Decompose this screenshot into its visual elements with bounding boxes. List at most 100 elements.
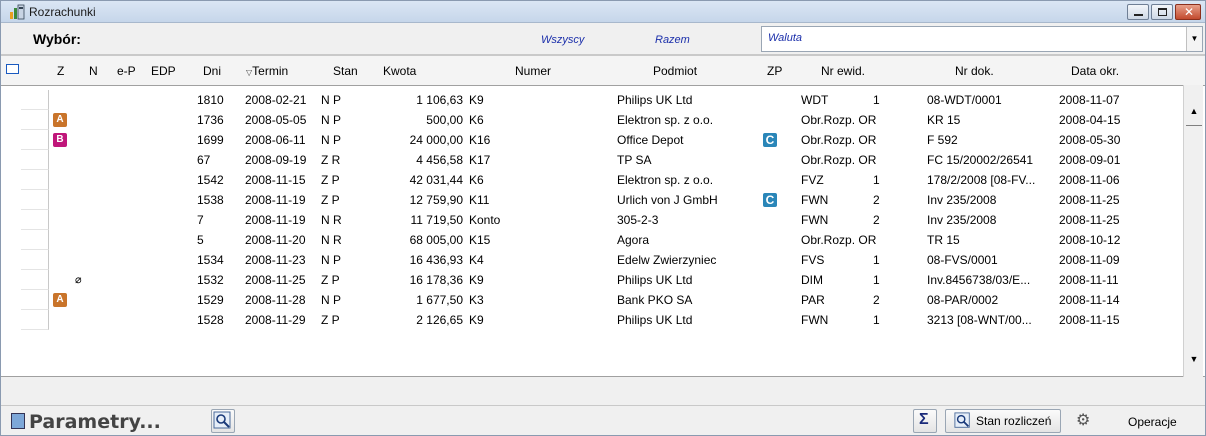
cell-podmiot: Bank PKO SA xyxy=(617,293,693,307)
col-stan[interactable]: Stan xyxy=(333,64,358,78)
table-row[interactable]: A 1529 2008-11-28 N P1 677,50 K3 Bank PKO SA P… xyxy=(1,290,1183,310)
cell-kwota: 12 759,90 xyxy=(409,193,463,207)
cell-numer: K9 xyxy=(469,93,484,107)
maximize-button[interactable] xyxy=(1151,4,1173,20)
cell-kwota: 16 178,36 xyxy=(409,273,463,287)
sum-button[interactable]: Σ xyxy=(913,409,937,433)
col-kwota[interactable]: Kwota xyxy=(383,64,416,78)
stan-rozliczen-button[interactable]: Stan rozliczeń xyxy=(945,409,1061,433)
zp-badge: C xyxy=(763,133,777,147)
cell-kwota: 500,00 xyxy=(426,113,463,127)
magnifier-icon xyxy=(213,411,231,429)
row-selector[interactable] xyxy=(21,170,49,190)
chevron-down-icon[interactable]: ▼ xyxy=(1186,27,1202,51)
select-all-checkbox[interactable] xyxy=(6,64,19,74)
grid-header: Z N e-P EDP Dni ▽Termin Stan Kwota Numer… xyxy=(1,55,1205,85)
close-button[interactable]: ✕ xyxy=(1175,4,1201,20)
row-selector[interactable] xyxy=(21,250,49,270)
row-selector[interactable] xyxy=(21,110,49,130)
col-numer[interactable]: Numer xyxy=(515,64,551,78)
paperclip-icon: ⌀ xyxy=(75,274,82,286)
row-selector[interactable] xyxy=(21,290,49,310)
operacje-button[interactable]: ⚙ Operacje xyxy=(1069,409,1199,433)
row-selector[interactable] xyxy=(21,150,49,170)
cell-data-okr: 2008-11-15 xyxy=(1059,313,1120,327)
row-selector[interactable] xyxy=(21,130,49,150)
table-row[interactable]: 1534 2008-11-23 N P 16 436,93 K4 Edelw Zwierz… xyxy=(1,250,1183,270)
row-selector[interactable] xyxy=(21,230,49,250)
find-button[interactable] xyxy=(211,409,235,433)
cell-podmiot: Elektron sp. z o.o. xyxy=(617,173,714,187)
selection-bar: Wybór: Wszyscy Razem Waluta ▼ xyxy=(1,23,1205,55)
cell-podmiot: Office Depot xyxy=(617,133,684,147)
row-selector[interactable] xyxy=(21,210,49,230)
col-data-okr[interactable]: Data okr. xyxy=(1071,64,1119,78)
cell-stan: N P xyxy=(321,93,342,107)
col-dni[interactable]: Dni xyxy=(203,64,221,78)
razem-link[interactable]: Razem xyxy=(655,34,690,46)
parametry-button[interactable]: Parametry... xyxy=(11,408,201,434)
cell-dni: 1532 xyxy=(197,273,224,287)
cell-dni: 7 xyxy=(197,213,204,227)
table-row[interactable]: A 1736 2008-05-05 N P 500,00 K6 Elektron sp. z… xyxy=(1,110,1183,130)
cell-termin: 2008-11-19 xyxy=(245,193,306,207)
cell-kwota: 42 031,44 xyxy=(409,173,463,187)
cell-kwota: 4 456,58 xyxy=(416,153,463,167)
stan-rozliczen-label: Stan rozliczeń xyxy=(976,414,1052,428)
table-row[interactable]: ⌀ 1532 2008-11-25 Z P 16 178,36 K9 Philips UK … xyxy=(1,270,1183,290)
table-row[interactable]: B 1699 2008-06-11 N P 24 000,00 K16 Office Dep… xyxy=(1,130,1183,150)
col-edp[interactable]: EDP xyxy=(151,64,176,78)
row-selector[interactable] xyxy=(21,310,49,330)
vertical-scrollbar[interactable]: ▲ ▼ xyxy=(1183,85,1203,377)
rozrachunki-window: Rozrachunki ✕ Wybór: Wszyscy Razem Walut… xyxy=(0,0,1206,436)
table-row[interactable]: 1528 2008-11-29 Z P 2 126,65 K9 Philips UK Lt… xyxy=(1,310,1183,330)
row-selector[interactable] xyxy=(21,90,49,110)
cell-kwota: 11 719,50 xyxy=(410,213,464,227)
cell-termin: 2008-02-21 xyxy=(245,93,307,107)
magnifier-icon xyxy=(954,412,970,428)
col-n[interactable]: N xyxy=(89,64,98,78)
wszyscy-link[interactable]: Wszyscy xyxy=(541,34,584,46)
col-nr-dok[interactable]: Nr dok. xyxy=(955,64,994,78)
table-row[interactable]: 1538 2008-11-19 Z P 12 759,90 K11 Urlich von … xyxy=(1,190,1183,210)
scroll-down-icon[interactable]: ▼ xyxy=(1186,351,1202,367)
cell-stan: N P xyxy=(321,113,342,127)
title-bar: Rozrachunki ✕ xyxy=(1,1,1205,23)
table-row[interactable]: 7 2008-11-19 N R 11 719,50 Konto 305-2-3 FWN 2 I… xyxy=(1,210,1183,230)
cell-dni: 1810 xyxy=(197,93,224,107)
bottom-toolbar: Parametry... Σ Stan rozliczeń ⚙ Operacje xyxy=(1,405,1205,435)
sigma-icon: Σ xyxy=(919,411,929,428)
status-badge: A xyxy=(53,293,67,307)
waluta-dropdown[interactable]: Waluta ▼ xyxy=(761,26,1203,52)
col-nr-ewid[interactable]: Nr ewid. xyxy=(821,64,865,78)
cell-data-okr: 2008-11-06 xyxy=(1059,173,1120,187)
table-row[interactable]: 1810 2008-02-21 N P 1 106,63 K9 Philips UK Lt… xyxy=(1,90,1183,110)
cell-data-okr: 2008-04-15 xyxy=(1059,113,1121,127)
window-title: Rozrachunki xyxy=(29,5,96,19)
row-selector[interactable] xyxy=(21,190,49,210)
scroll-thumb[interactable] xyxy=(1186,125,1202,129)
cell-dni: 5 xyxy=(197,233,204,247)
cell-stan: Z P xyxy=(321,273,340,287)
cell-kwota: 24 000,00 xyxy=(409,133,463,147)
col-zp[interactable]: ZP xyxy=(767,64,782,78)
col-podmiot[interactable]: Podmiot xyxy=(653,64,697,78)
col-e-p[interactable]: e-P xyxy=(117,64,136,78)
cell-dni: 1528 xyxy=(197,313,224,327)
cell-stan: N P xyxy=(321,133,342,147)
cell-numer: K9 xyxy=(469,313,484,327)
cell-termin: 2008-11-25 xyxy=(245,273,306,287)
cell-nr-ewid-num: 1 xyxy=(873,93,880,107)
scroll-up-icon[interactable]: ▲ xyxy=(1186,103,1202,119)
rozrachunki-table: 1810 2008-02-21 N P 1 106,63 K9 Philips UK Lt… xyxy=(1,85,1205,377)
table-row[interactable]: 5 2008-11-20 N R 68 005,00 K15 Agora Obr.Rozp.… xyxy=(1,230,1183,250)
cell-numer: K6 xyxy=(469,113,484,127)
col-termin[interactable]: ▽Termin xyxy=(246,64,288,78)
selection-label: Wybór: xyxy=(33,31,81,47)
minimize-button[interactable] xyxy=(1127,4,1149,20)
table-row[interactable]: 1542 2008-11-15 Z P 42 031,44 K6 Elektron sp.… xyxy=(1,170,1183,190)
row-selector[interactable] xyxy=(21,270,49,290)
cell-podmiot: Elektron sp. z o.o. xyxy=(617,113,714,127)
col-z[interactable]: Z xyxy=(57,64,64,78)
table-row[interactable]: 67 2008-09-19 Z R 4 456,58 K17 TP SA Obr.Rozp.… xyxy=(1,150,1183,170)
